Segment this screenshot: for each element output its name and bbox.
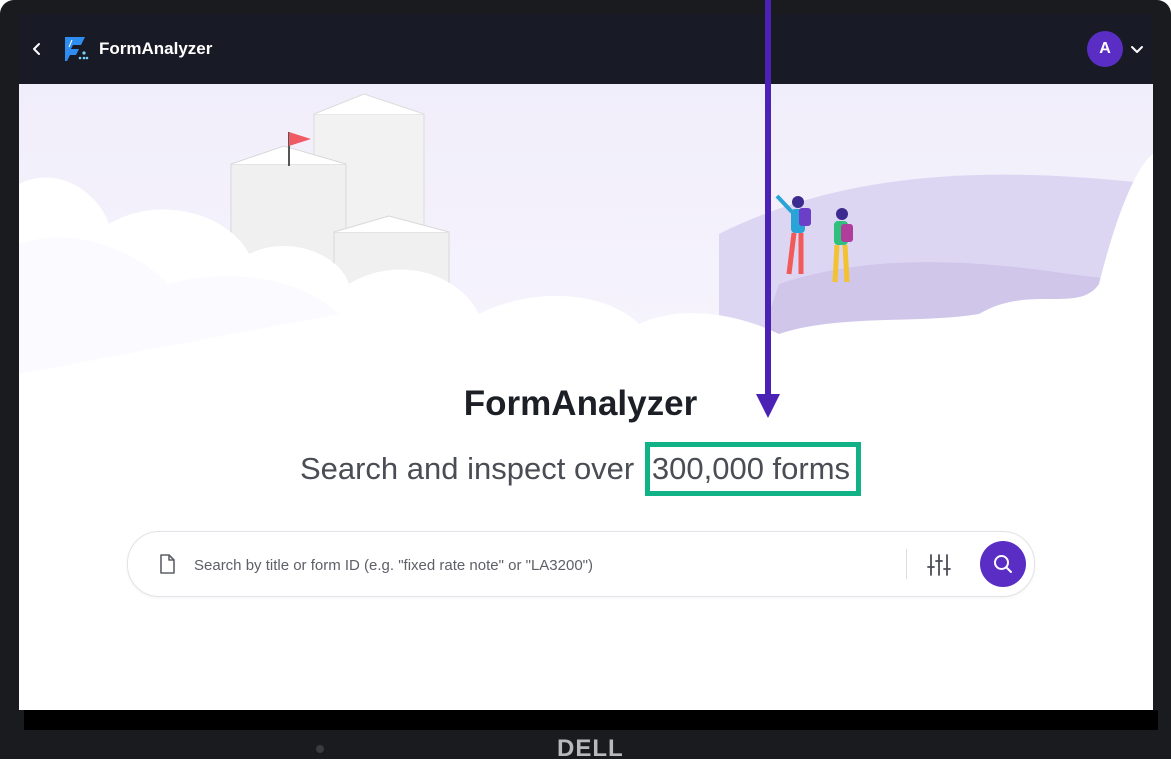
camera-dot (316, 745, 324, 753)
search-bar (127, 531, 1035, 597)
avatar-initial: A (1099, 40, 1111, 57)
search-divider (906, 549, 907, 579)
bezel-strip (24, 710, 1158, 730)
back-button[interactable] (23, 35, 51, 63)
hero-section: FormAnalyzer Search and inspect over 300… (19, 84, 1153, 710)
chevron-left-icon (33, 43, 40, 55)
subtitle-prefix: Search and inspect over (299, 451, 635, 487)
hero-illustration (19, 84, 1153, 374)
search-button[interactable] (980, 541, 1026, 587)
document-icon (160, 554, 175, 574)
chevron-down-icon[interactable] (1129, 41, 1145, 57)
filter-sliders-icon[interactable] (924, 550, 954, 580)
page-title: FormAnalyzer (463, 384, 698, 423)
app-title: FormAnalyzer (99, 39, 213, 58)
search-icon (994, 555, 1012, 573)
page-subtitle: Search and inspect over 300,000 forms (19, 442, 1142, 498)
formanalyzer-logo-icon (65, 37, 89, 61)
user-avatar[interactable]: A (1087, 31, 1123, 67)
search-input[interactable] (192, 548, 896, 582)
app-screen: FormAnalyzer A FormAnalyzer Search and i… (19, 14, 1153, 710)
forms-count-highlight: 300,000 forms (644, 442, 862, 496)
top-navigation-bar: FormAnalyzer A (19, 14, 1153, 84)
